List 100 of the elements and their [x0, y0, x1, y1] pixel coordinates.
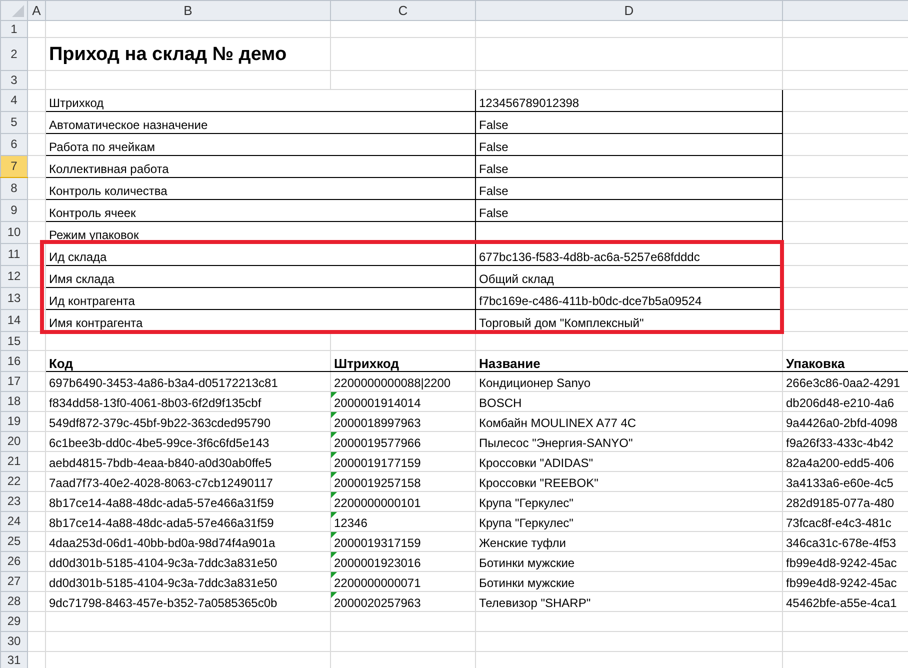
table-cell: 697b6490-3453-4a86-b3a4-d05172213c81: [46, 372, 330, 392]
column-header[interactable]: D: [476, 0, 782, 20]
property-label: Контроль количества: [46, 178, 476, 200]
error-indicator-icon[interactable]: [332, 412, 337, 418]
table-cell: 2200000000088|2200: [330, 372, 476, 392]
table-cell: 2000020257963: [330, 592, 476, 612]
row-header[interactable]: 25: [0, 532, 28, 552]
error-indicator-icon[interactable]: [332, 432, 337, 438]
row-header[interactable]: 13: [0, 288, 28, 310]
table-cell: 4daa253d-06d1-40bb-bd0a-98d74f4a901a: [46, 532, 330, 552]
table-cell: dd0d301b-5185-4104-9c3a-7ddc3a831e50: [46, 572, 330, 592]
table-cell: BOSCH: [476, 392, 782, 412]
row-header[interactable]: 15: [0, 332, 28, 350]
property-value: False: [476, 134, 782, 156]
property-value: False: [476, 178, 782, 200]
property-label: Ид склада: [46, 244, 476, 266]
column-heading: Код: [46, 350, 330, 372]
row-header[interactable]: 23: [0, 492, 28, 512]
table-cell: 8b17ce14-4a88-48dc-ada5-57e466a31f59: [46, 512, 330, 532]
error-indicator-icon[interactable]: [332, 592, 337, 598]
table-cell: Крупа "Геркулес": [476, 492, 782, 512]
property-value: False: [476, 112, 782, 134]
row-header[interactable]: 19: [0, 412, 28, 432]
row-header[interactable]: 9: [0, 200, 28, 222]
table-cell: Ботинки мужские: [476, 552, 782, 572]
row-header[interactable]: 31: [0, 652, 28, 668]
table-cell: 2200000000071: [330, 572, 476, 592]
property-label: Коллективная работа: [46, 156, 476, 178]
table-cell: Ботинки мужские: [476, 572, 782, 592]
row-header[interactable]: 21: [0, 452, 28, 472]
row-header[interactable]: 27: [0, 572, 28, 592]
table-cell: 2200000000101: [330, 492, 476, 512]
table-cell: 2000001914014: [330, 392, 476, 412]
row-header[interactable]: 20: [0, 432, 28, 452]
property-label: Штрихкод: [46, 90, 476, 112]
column-header[interactable]: C: [330, 0, 476, 20]
error-indicator-icon[interactable]: [332, 492, 337, 498]
error-indicator-icon[interactable]: [332, 512, 337, 518]
property-label: Автоматическое назначение: [46, 112, 476, 134]
table-cell: 9dc71798-8463-457e-b352-7a0585365c0b: [46, 592, 330, 612]
table-cell: 2000019257158: [330, 472, 476, 492]
table-cell: 2000019177159: [330, 452, 476, 472]
property-label: Контроль ячеек: [46, 200, 476, 222]
table-cell: 2000019577966: [330, 432, 476, 452]
property-label: Ид контрагента: [46, 288, 476, 310]
row-header[interactable]: 7: [0, 156, 28, 178]
table-cell: 2000019317159: [330, 532, 476, 552]
error-indicator-icon[interactable]: [332, 532, 337, 538]
row-header[interactable]: 16: [0, 350, 28, 372]
table-cell: aebd4815-7bdb-4eaa-b840-a0d30ab0ffe5: [46, 452, 330, 472]
table-cell: dd0d301b-5185-4104-9c3a-7ddc3a831e50: [46, 552, 330, 572]
table-cell: Кондиционер Sanyo: [476, 372, 782, 392]
row-header[interactable]: 30: [0, 632, 28, 652]
table-cell: 6c1bee3b-dd0c-4be5-99ce-3f6c6fd5e143: [46, 432, 330, 452]
row-header[interactable]: 8: [0, 178, 28, 200]
row-header[interactable]: 4: [0, 90, 28, 112]
property-value: False: [476, 156, 782, 178]
row-header[interactable]: 22: [0, 472, 28, 492]
table-cell: Телевизор "SHARP": [476, 592, 782, 612]
row-header[interactable]: 6: [0, 134, 28, 156]
row-header[interactable]: 12: [0, 266, 28, 288]
table-cell: 2000001923016: [330, 552, 476, 572]
column-header[interactable]: A: [28, 0, 46, 20]
row-header[interactable]: 18: [0, 392, 28, 412]
table-cell: Комбайн MOULINEX A77 4C: [476, 412, 782, 432]
property-label: Работа по ячейкам: [46, 134, 476, 156]
error-indicator-icon[interactable]: [332, 572, 337, 578]
row-header[interactable]: 17: [0, 372, 28, 392]
table-cell: 2000018997963: [330, 412, 476, 432]
row-header[interactable]: 29: [0, 612, 28, 632]
table-cell: Крупа "Геркулес": [476, 512, 782, 532]
table-cell: 12346: [330, 512, 476, 532]
row-header[interactable]: 24: [0, 512, 28, 532]
table-cell: Кроссовки "ADIDAS": [476, 452, 782, 472]
error-indicator-icon[interactable]: [332, 452, 337, 458]
row-header[interactable]: 26: [0, 552, 28, 572]
error-indicator-icon[interactable]: [332, 472, 337, 478]
column-heading: Штрихкод: [330, 350, 476, 372]
error-indicator-icon[interactable]: [332, 552, 337, 558]
table-cell: 7aad7f73-40e2-4028-8063-c7cb12490117: [46, 472, 330, 492]
property-value: False: [476, 200, 782, 222]
row-header[interactable]: 11: [0, 244, 28, 266]
error-indicator-icon[interactable]: [332, 392, 337, 398]
property-value: 123456789012398: [476, 90, 782, 112]
table-cell: 8b17ce14-4a88-48dc-ada5-57e466a31f59: [46, 492, 330, 512]
property-label: Имя склада: [46, 266, 476, 288]
table-cell: Кроссовки "REEBOK": [476, 472, 782, 492]
row-header[interactable]: 2: [0, 38, 28, 70]
table-cell: Пылесос "Энергия-SANYO": [476, 432, 782, 452]
column-heading: Название: [476, 350, 782, 372]
row-header[interactable]: 5: [0, 112, 28, 134]
row-header[interactable]: 10: [0, 222, 28, 244]
row-header[interactable]: 3: [0, 70, 28, 90]
table-cell: f834dd58-13f0-4061-8b03-6f2d9f135cbf: [46, 392, 330, 412]
column-header[interactable]: B: [46, 0, 330, 20]
sheet-title: Приход на склад № демо: [46, 38, 330, 70]
row-header[interactable]: 28: [0, 592, 28, 612]
row-header[interactable]: 14: [0, 310, 28, 332]
table-cell: 549df872-379c-45bf-9b22-363cded95790: [46, 412, 330, 432]
row-header[interactable]: 1: [0, 20, 28, 38]
